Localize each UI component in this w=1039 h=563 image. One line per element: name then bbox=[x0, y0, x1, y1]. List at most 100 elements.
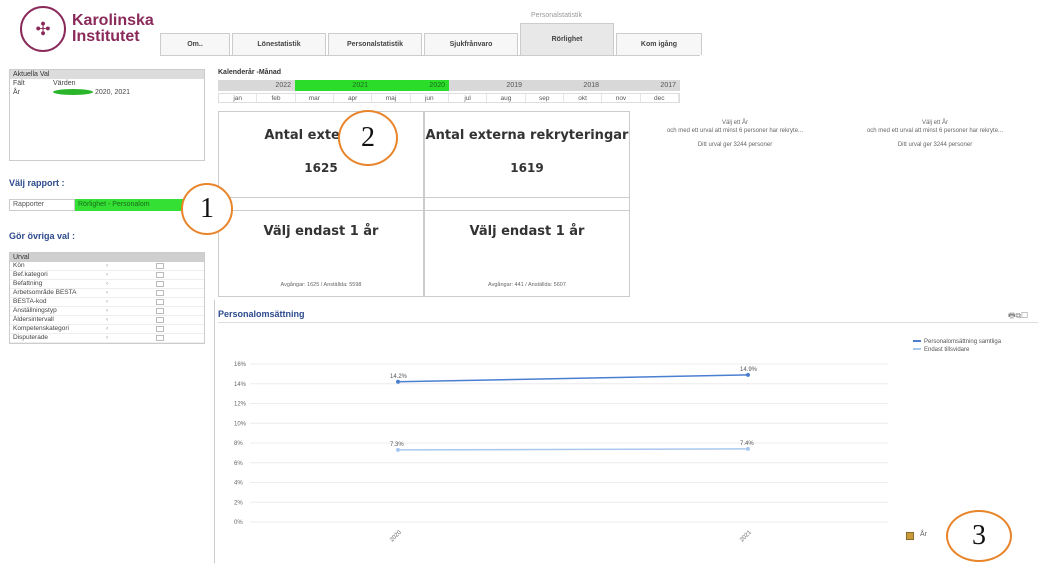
report-label: Rapporter bbox=[9, 199, 75, 211]
tab-rorlighet[interactable]: Rörlighet bbox=[520, 23, 614, 55]
month-cell[interactable]: nov bbox=[602, 94, 641, 102]
series-line bbox=[397, 448, 749, 451]
arrow-icon[interactable]: ‹ bbox=[106, 298, 156, 306]
selection-list-label: BESTA-kod bbox=[13, 298, 47, 305]
selection-list-row[interactable]: Disputerade ‹ bbox=[10, 334, 204, 343]
month-cell[interactable]: sep bbox=[526, 94, 564, 102]
tab-lonestatistik[interactable]: Lönestatistik bbox=[232, 33, 326, 55]
arrow-icon[interactable]: ‹ bbox=[106, 289, 156, 297]
checkbox[interactable] bbox=[156, 326, 164, 332]
side-info-line: och med ett urval att minst 6 personer h… bbox=[866, 128, 1004, 134]
checkbox[interactable] bbox=[156, 290, 164, 296]
month-cell[interactable]: jan bbox=[219, 94, 258, 102]
legend-swatch bbox=[913, 348, 921, 351]
y-tick-label: 2% bbox=[234, 500, 243, 506]
selection-row[interactable]: År 2020, 2021 bbox=[10, 88, 204, 97]
kpi-message: Välj endast 1 år bbox=[469, 224, 585, 239]
checkbox[interactable] bbox=[156, 263, 164, 269]
month-cell[interactable]: dec bbox=[641, 94, 679, 102]
callout-2: 2 bbox=[338, 110, 398, 166]
kpi-message: Välj endast 1 år bbox=[263, 224, 379, 239]
y-tick-label: 12% bbox=[234, 402, 247, 408]
arrow-icon[interactable]: ‹ bbox=[106, 316, 156, 324]
selection-list-label: Disputerade bbox=[13, 334, 49, 341]
ki-seal-icon: ✣ bbox=[20, 6, 66, 52]
data-label: 14.9% bbox=[740, 367, 758, 373]
side-info-1: Välj ett År och med ett urval att minst … bbox=[635, 119, 835, 149]
selection-list-row[interactable]: Åldersintervall ‹ bbox=[10, 316, 204, 325]
side-info-line: Ditt urval ger 3244 personer bbox=[697, 142, 773, 148]
y-tick-label: 14% bbox=[234, 382, 247, 388]
arrow-icon[interactable]: ‹ bbox=[106, 262, 156, 270]
tab-sjukfranvaro[interactable]: Sjukfrånvaro bbox=[424, 33, 518, 55]
tab-om[interactable]: Om.. bbox=[160, 33, 230, 55]
year-cell[interactable]: 2022 bbox=[218, 80, 295, 91]
y-tick-label: 10% bbox=[234, 421, 247, 427]
arrow-icon[interactable]: ‹ bbox=[106, 307, 156, 315]
selection-list-row[interactable]: Bef.kategori ‹ bbox=[10, 271, 204, 280]
month-cell[interactable]: feb bbox=[257, 94, 296, 102]
selection-list-row[interactable]: Arbetsområde BESTA ‹ bbox=[10, 289, 204, 298]
dimension-label: År bbox=[920, 531, 927, 538]
arrow-icon[interactable]: ‹ bbox=[106, 334, 156, 342]
arrow-icon[interactable]: ‹ bbox=[106, 325, 156, 333]
kpi-select-one-year-1: Välj endast 1 år Avgångar: 1625 / Anstäl… bbox=[218, 197, 424, 297]
checkbox[interactable] bbox=[156, 335, 164, 341]
selection-list-label: Befattning bbox=[13, 280, 43, 287]
tab-personalstatistik[interactable]: Personalstatistik bbox=[328, 33, 422, 55]
legend-item[interactable]: Endast tillsvidare bbox=[913, 346, 1001, 354]
selection-list-label: Anställningstyp bbox=[13, 307, 57, 314]
data-label: 14.2% bbox=[390, 374, 408, 380]
selection-list-row[interactable]: Befattning ‹ bbox=[10, 280, 204, 289]
col-values-header: Värden bbox=[53, 80, 76, 87]
selection-list-title: Urval bbox=[10, 253, 204, 262]
year-cell[interactable]: 2017 bbox=[603, 80, 680, 91]
legend-label: Personalomsättning samtliga bbox=[924, 339, 1002, 345]
checkbox[interactable] bbox=[156, 272, 164, 278]
callout-3: 3 bbox=[946, 510, 1012, 562]
year-cell[interactable]: 2018 bbox=[526, 80, 603, 91]
year-selector: 2022 2021 2020 2019 2018 2017 bbox=[218, 80, 680, 91]
selection-list-row[interactable]: Kompetenskategori ‹ bbox=[10, 325, 204, 334]
checkbox[interactable] bbox=[156, 317, 164, 323]
month-cell[interactable]: aug bbox=[487, 94, 526, 102]
tab-bar: Om.. Lönestatistik Personalstatistik Sju… bbox=[160, 23, 704, 55]
turnover-line-chart: 16% 14% 12% 10% 8% 6% 4% 2% 0% 2020 2021 14.2% 14.9%… bbox=[234, 362, 888, 543]
selection-list-row[interactable]: Kön ‹ bbox=[10, 262, 204, 271]
checkbox[interactable] bbox=[156, 299, 164, 305]
month-cell[interactable]: jul bbox=[449, 94, 488, 102]
legend-item[interactable]: Personalomsättning samtliga bbox=[913, 338, 1001, 346]
side-info-line: Ditt urval ger 3244 personer bbox=[897, 142, 973, 148]
kpi-value: 1619 bbox=[510, 161, 544, 175]
tab-divider bbox=[160, 55, 700, 56]
col-field-header: Fält bbox=[13, 80, 25, 87]
year-cell[interactable]: 2021 bbox=[295, 80, 372, 91]
calendar-title: Kalenderår -Månad bbox=[218, 69, 282, 76]
selection-list-label: Bef.kategori bbox=[13, 271, 48, 278]
y-tick-label: 16% bbox=[234, 362, 247, 368]
callout-1: 1 bbox=[181, 183, 233, 235]
month-cell[interactable]: okt bbox=[564, 94, 603, 102]
arrow-icon[interactable]: ‹ bbox=[106, 271, 156, 279]
report-selector[interactable]: Rapporter Rörlighet - Personalom bbox=[9, 199, 205, 211]
year-cell[interactable]: 2020 bbox=[372, 80, 449, 91]
month-cell[interactable]: apr bbox=[334, 94, 373, 102]
selection-list-label: Arbetsområde BESTA bbox=[13, 289, 77, 296]
report-section-title: Välj rapport : bbox=[9, 178, 65, 188]
arrow-icon[interactable]: ‹ bbox=[106, 280, 156, 288]
selection-list-row[interactable]: BESTA-kod ‹ bbox=[10, 298, 204, 307]
side-info-2: Välj ett År och med ett urval att minst … bbox=[835, 119, 1035, 149]
chart-left-border bbox=[214, 300, 215, 563]
month-cell[interactable]: jun bbox=[411, 94, 449, 102]
month-cell[interactable]: maj bbox=[372, 94, 411, 102]
month-cell[interactable]: mar bbox=[296, 94, 334, 102]
month-selector: jan feb mar apr maj jun jul aug sep okt nov dec bbox=[218, 93, 680, 103]
chart-type-icon[interactable] bbox=[906, 532, 914, 540]
selection-list-label: Åldersintervall bbox=[13, 316, 54, 323]
tab-kom-igang[interactable]: Kom igång bbox=[616, 33, 702, 55]
checkbox[interactable] bbox=[156, 281, 164, 287]
checkbox[interactable] bbox=[156, 308, 164, 314]
year-cell[interactable]: 2019 bbox=[449, 80, 526, 91]
selection-list-row[interactable]: Anställningstyp ‹ bbox=[10, 307, 204, 316]
y-tick-label: 8% bbox=[234, 441, 243, 447]
